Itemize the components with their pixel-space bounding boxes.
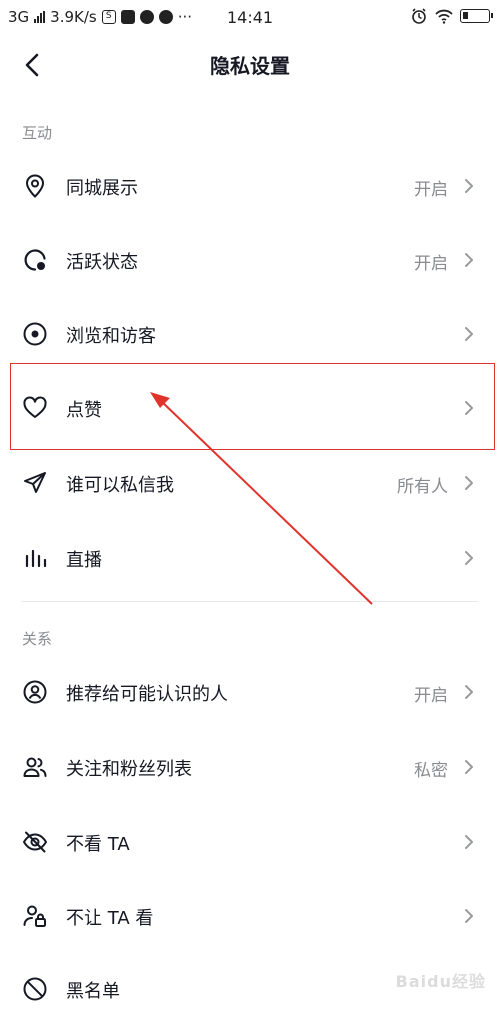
location-pin-icon: [25, 174, 45, 198]
row-follow-fans-list[interactable]: 关注和粉丝列表 私密: [0, 730, 500, 804]
person-lock-icon: [23, 905, 46, 927]
row-live[interactable]: 直播: [0, 521, 500, 595]
people-icon: [23, 757, 47, 777]
live-bars-icon: [25, 549, 47, 568]
row-label: 关注和粉丝列表: [66, 759, 192, 780]
row-browse-visitors[interactable]: 浏览和访客: [0, 297, 500, 371]
network-speed: 3.9K/s: [50, 8, 97, 26]
chevron-right-icon: [465, 253, 473, 267]
page-title: 隐私设置: [210, 54, 290, 78]
row-value: 开启: [414, 180, 448, 200]
battery-icon: [460, 9, 493, 23]
row-recommend-to-contacts[interactable]: 推荐给可能认识的人 开启: [0, 655, 500, 729]
wifi-icon: [435, 9, 453, 24]
chevron-right-icon: [465, 909, 473, 923]
chevron-right-icon: [465, 476, 473, 490]
row-label: 推荐给可能认识的人: [66, 684, 228, 705]
block-icon: [23, 977, 47, 1001]
section-title-relationship: 关系: [22, 630, 53, 648]
row-city-display[interactable]: 同城展示 开启: [0, 149, 500, 223]
row-activity-status[interactable]: 活跃状态 开启: [0, 223, 500, 297]
row-value: 开启: [414, 254, 448, 274]
row-hide-their-content[interactable]: 不看 TA: [0, 805, 500, 879]
chevron-right-icon: [465, 685, 473, 699]
row-label: 不让 TA 看: [66, 908, 154, 929]
row-who-can-message[interactable]: 谁可以私信我 所有人: [0, 446, 500, 520]
person-circle-icon: [23, 680, 47, 704]
eye-icon: [23, 322, 47, 346]
chevron-right-icon: [465, 835, 473, 849]
section-divider: [22, 601, 478, 602]
row-value: 私密: [414, 761, 448, 781]
chevron-right-icon: [465, 179, 473, 193]
row-label: 同城展示: [66, 178, 138, 199]
status-time: 14:41: [227, 8, 274, 27]
chevron-right-icon: [465, 327, 473, 341]
row-label: 浏览和访客: [66, 326, 156, 347]
send-icon: [24, 472, 46, 493]
s-app-icon: S: [101, 10, 116, 24]
row-value: 所有人: [397, 477, 448, 497]
row-label: 直播: [66, 550, 102, 571]
row-label: 活跃状态: [66, 252, 138, 273]
status-right: [410, 7, 493, 25]
watermark: Baidu经验: [395, 972, 486, 991]
network-type: 3G: [8, 8, 30, 26]
row-hide-my-content[interactable]: 不让 TA 看: [0, 879, 500, 953]
app-icon: [158, 10, 173, 24]
chevron-right-icon: [465, 551, 473, 565]
signal-icon: [34, 11, 46, 23]
row-label: 黑名单: [66, 981, 120, 1002]
status-bar: 3G 3.9K/s S ··· 14:41: [0, 0, 500, 36]
more-icon: ···: [177, 8, 193, 26]
status-left: 3G 3.9K/s S ···: [8, 8, 192, 26]
chevron-right-icon: [465, 760, 473, 774]
eye-off-icon: [23, 831, 47, 853]
mail-icon: [120, 10, 135, 24]
row-label: 谁可以私信我: [66, 475, 174, 496]
row-value: 开启: [414, 686, 448, 706]
nav-bar: 隐私设置: [0, 36, 500, 94]
alarm-icon: [412, 8, 426, 24]
row-label: 不看 TA: [66, 834, 130, 855]
section-title-interaction: 互动: [22, 124, 53, 142]
browser-icon: [139, 10, 154, 24]
highlight-box: [10, 363, 495, 450]
activity-status-icon: [24, 249, 46, 271]
